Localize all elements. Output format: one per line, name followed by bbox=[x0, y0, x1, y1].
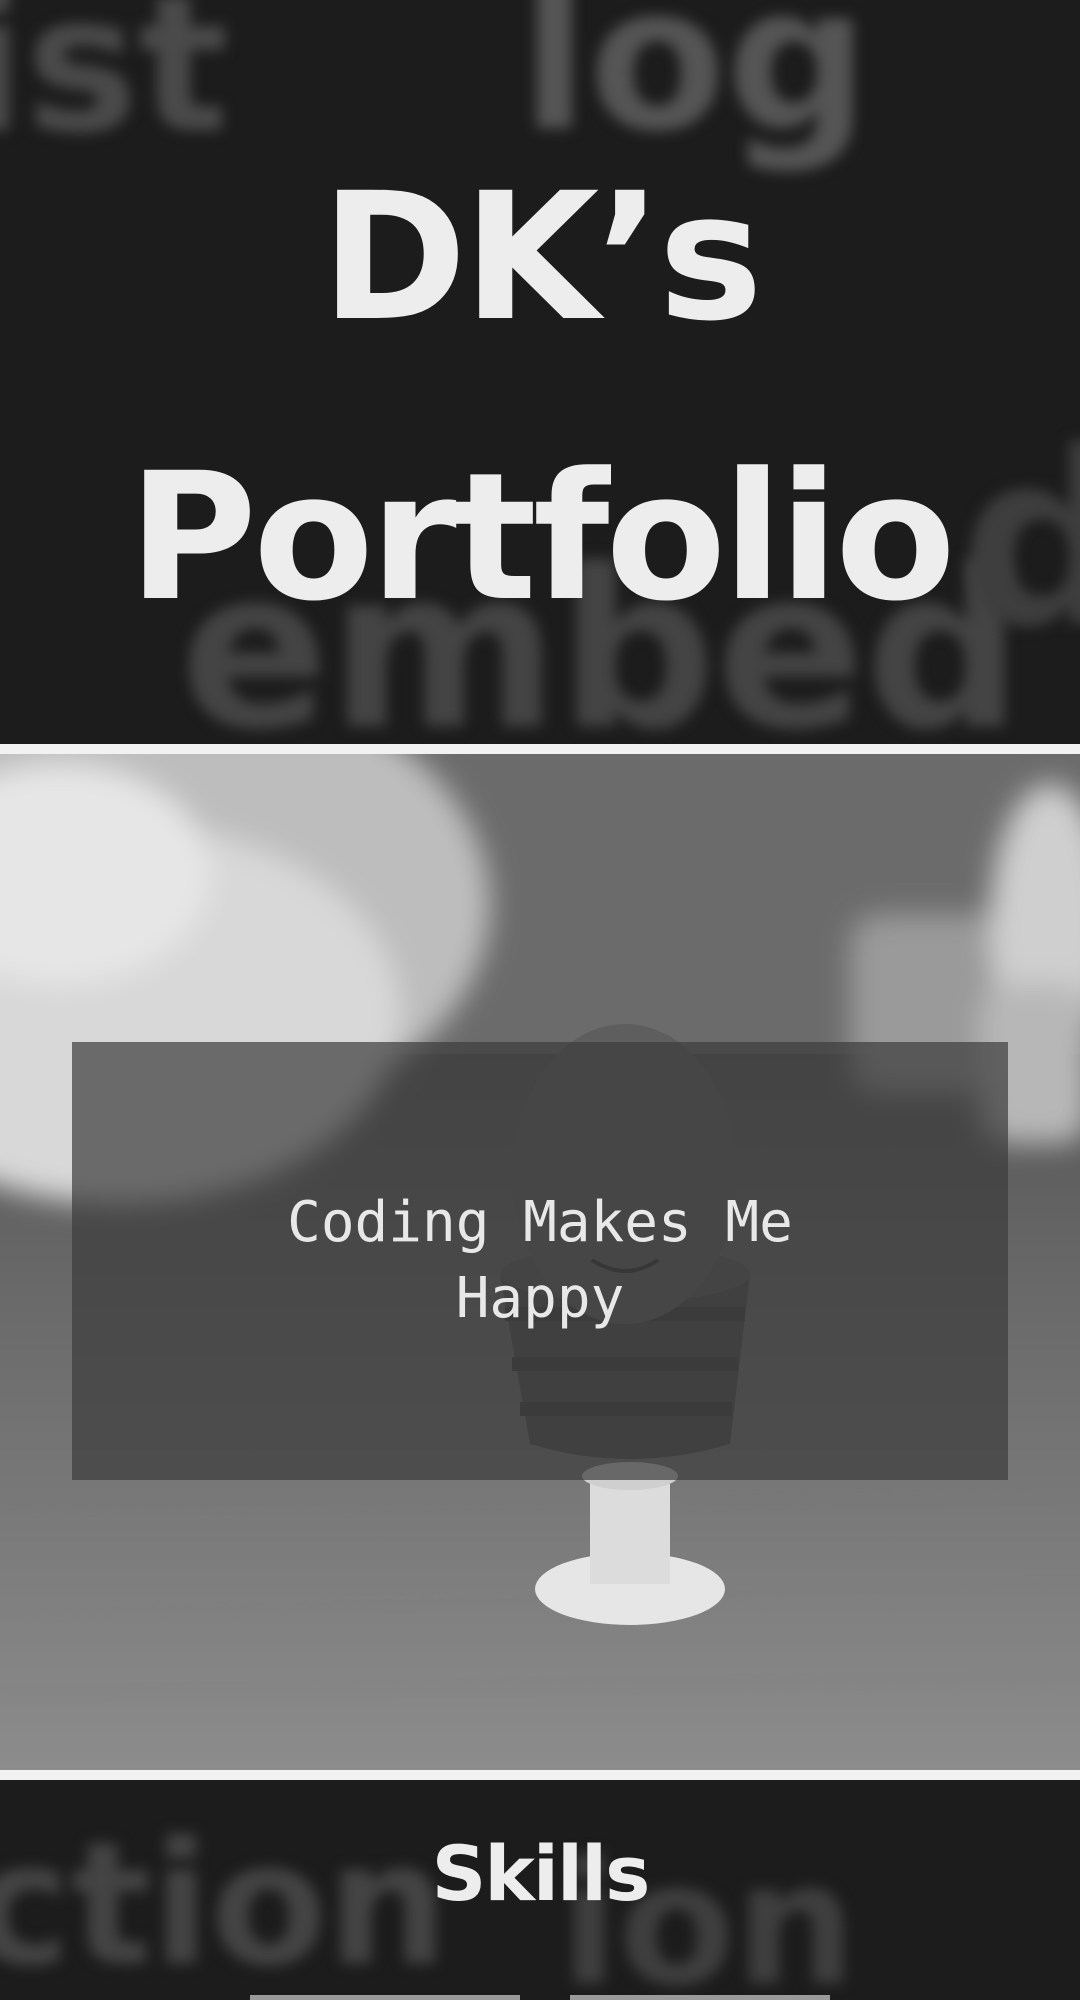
site-title-line-2: Portfolio bbox=[128, 435, 956, 640]
skills-section: ction ion Skills bbox=[0, 1780, 1080, 2000]
section-divider bbox=[0, 744, 1080, 754]
skills-heading: Skills bbox=[431, 1829, 651, 1918]
hero-section: ist log embed d DK’s Portfolio bbox=[0, 0, 1080, 744]
section-divider bbox=[0, 1770, 1080, 1780]
portfolio-page: ist log embed d DK’s Portfolio bbox=[0, 0, 1080, 2000]
skills-tab-underline bbox=[250, 1995, 520, 2000]
tagline-overlay: Coding Makes Me Happy bbox=[72, 1042, 1008, 1480]
skills-tab-underline bbox=[570, 1995, 830, 2000]
site-title: DK’s Portfolio bbox=[0, 118, 1080, 678]
site-title-line-1: DK’s bbox=[320, 155, 763, 360]
tagline-text: Coding Makes Me Happy bbox=[287, 1190, 793, 1331]
intro-section: Coding Makes Me Happy bbox=[0, 754, 1080, 1770]
